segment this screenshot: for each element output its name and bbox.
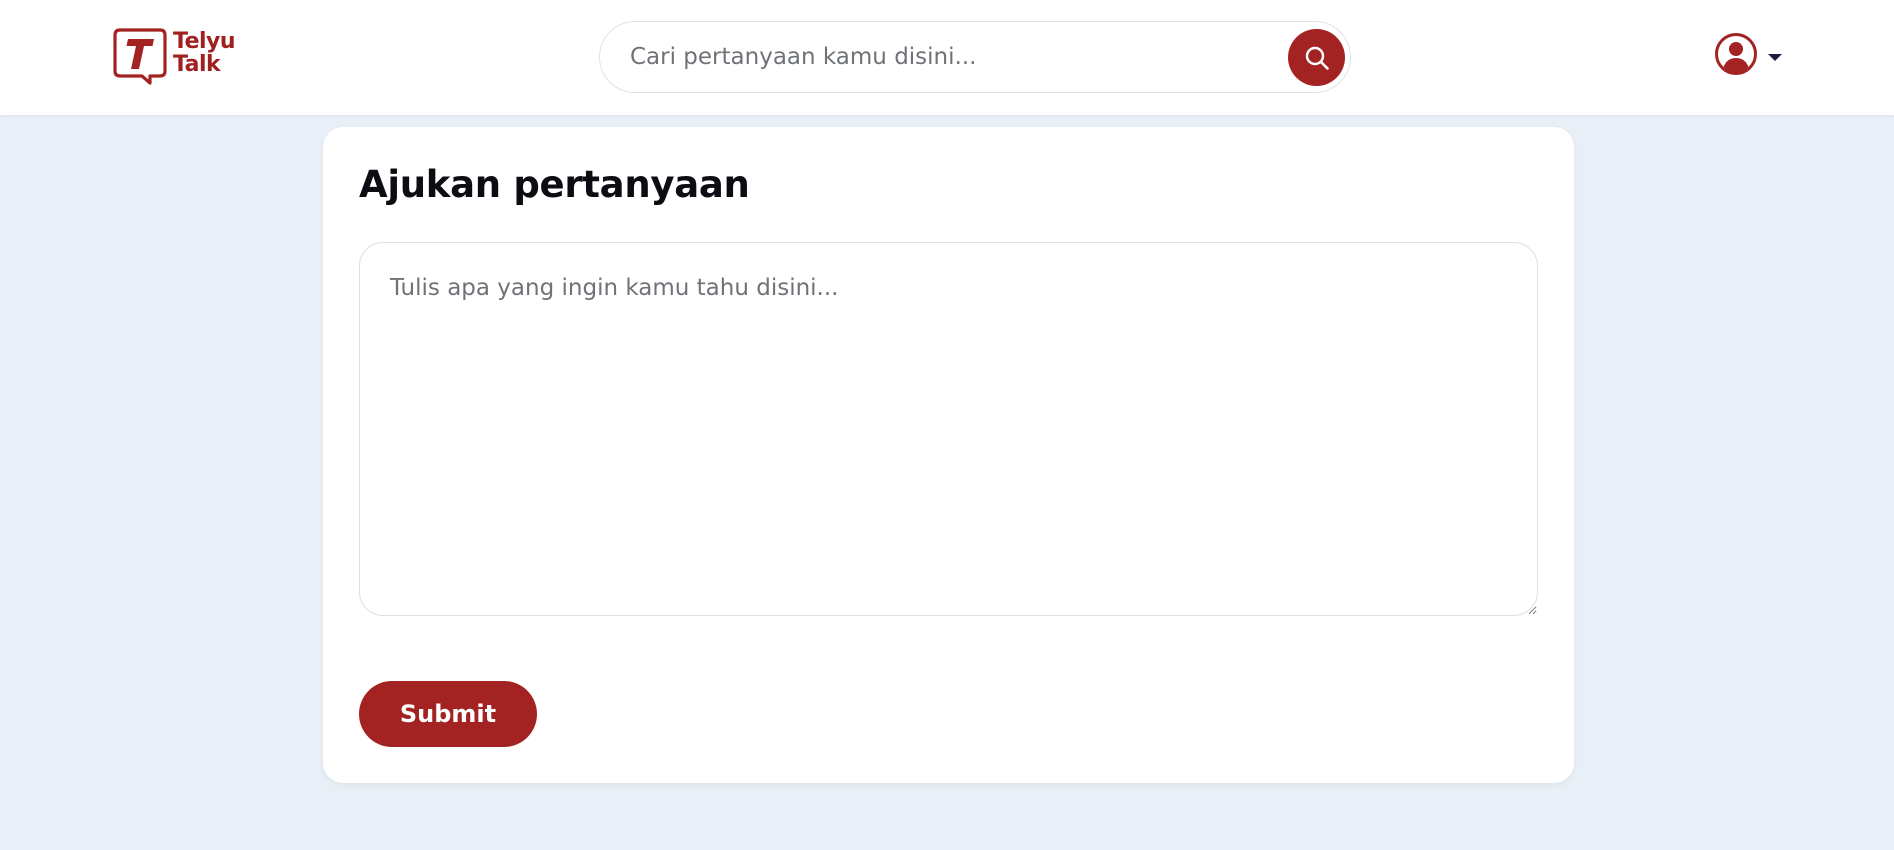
top-navbar: Telyu Talk	[0, 0, 1894, 115]
submit-button[interactable]: Submit	[359, 681, 537, 747]
page-title: Ajukan pertanyaan	[359, 163, 750, 206]
question-textarea[interactable]	[359, 242, 1538, 616]
user-circle-icon	[1715, 33, 1757, 75]
search-icon	[1305, 46, 1329, 70]
ask-question-card: Ajukan pertanyaan Submit	[323, 127, 1574, 783]
logo-icon	[113, 28, 167, 85]
search-button[interactable]	[1288, 29, 1345, 86]
telyu-talk-logo[interactable]: Telyu Talk	[112, 27, 236, 85]
caret-down-icon	[1768, 53, 1782, 61]
search-input[interactable]	[628, 22, 1248, 92]
search-bar	[599, 21, 1351, 93]
logo-text-line1: Telyu	[173, 29, 236, 54]
logo-text-line2: Talk	[173, 52, 221, 77]
user-menu-toggle[interactable]	[1714, 32, 1782, 76]
